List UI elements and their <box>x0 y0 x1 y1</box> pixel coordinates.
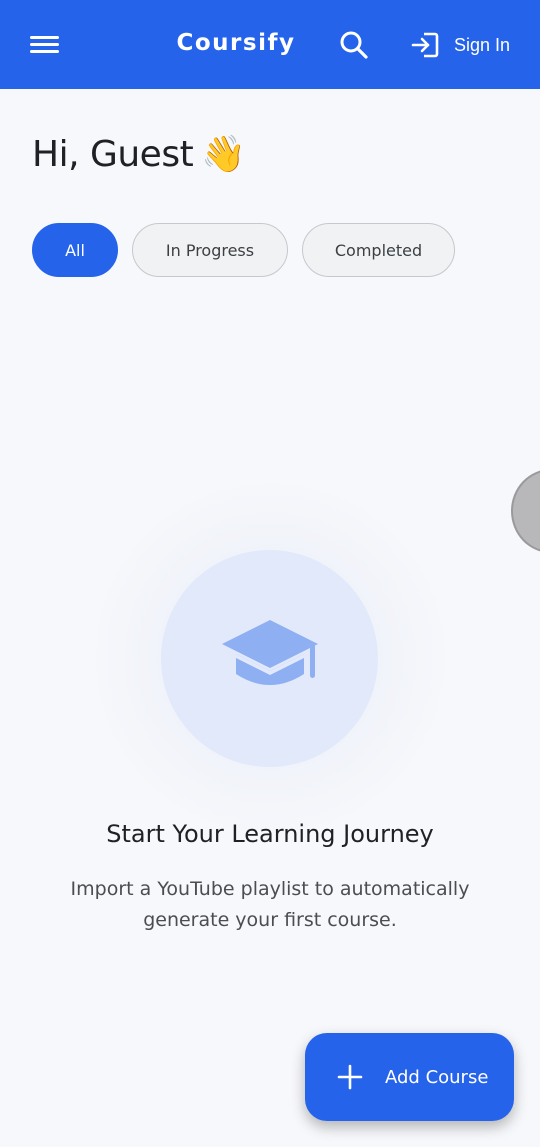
filter-chips: All In Progress Completed <box>32 223 455 277</box>
graduation-cap-icon <box>221 619 318 685</box>
empty-state-title: Start Your Learning Journey <box>106 820 434 848</box>
page: Coursify Sign In Hi, Guest 👋 All In Prog… <box>0 0 540 1147</box>
waving-hand-icon: 👋 <box>201 133 247 174</box>
plus-icon <box>337 1064 363 1090</box>
login-arrow-icon <box>411 32 439 58</box>
floating-edge-handle[interactable] <box>511 469 540 553</box>
empty-state-description: Import a YouTube playlist to automatical… <box>70 878 470 931</box>
greeting: Hi, Guest 👋 <box>32 128 246 180</box>
filter-chip-in-progress[interactable]: In Progress <box>132 223 288 277</box>
filter-chip-completed[interactable]: Completed <box>302 223 455 277</box>
sign-in-button[interactable]: Sign In <box>408 26 526 64</box>
sign-in-label: Sign In <box>454 34 511 55</box>
app-title: Coursify <box>176 30 296 56</box>
filter-chip-all[interactable]: All <box>32 223 118 277</box>
search-icon <box>340 31 368 59</box>
add-course-label: Add Course <box>385 1066 489 1088</box>
add-course-button[interactable]: Add Course <box>305 1033 514 1121</box>
app-bar: Coursify Sign In <box>0 0 540 89</box>
greeting-text: Hi, Guest <box>32 133 194 175</box>
search-button[interactable] <box>334 26 374 64</box>
empty-state-illustration <box>161 550 378 767</box>
